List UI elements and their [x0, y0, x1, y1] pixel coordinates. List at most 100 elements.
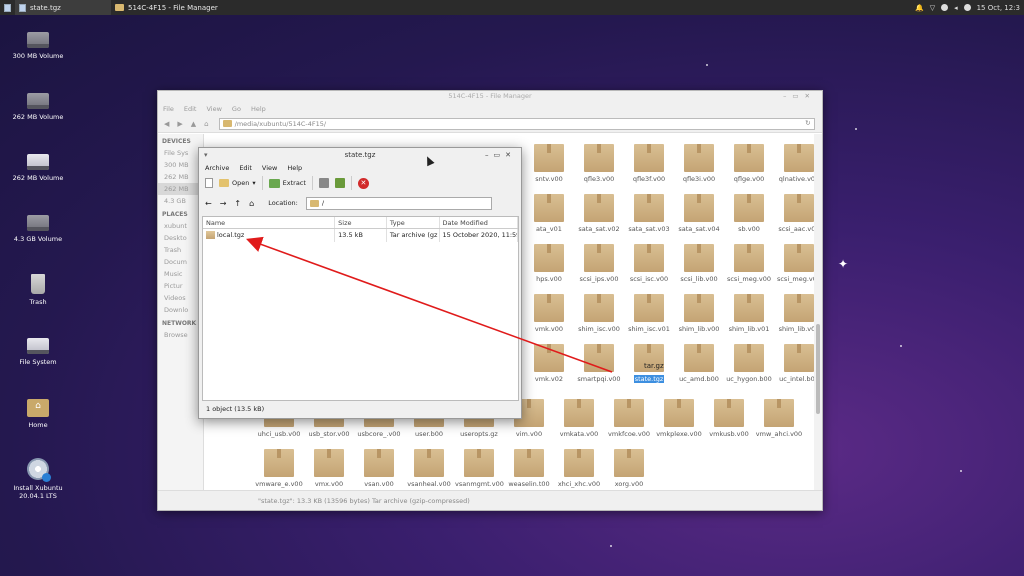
sidebar-item-262mb-selected[interactable]: 262 MB: [158, 183, 203, 195]
file-tile[interactable]: qfle3.v00: [574, 144, 624, 183]
file-tile[interactable]: shim_lib.v01: [724, 294, 774, 333]
file-tile[interactable]: qfle3i.v00: [674, 144, 724, 183]
file-tile[interactable]: vmkplexe.v00: [654, 399, 704, 438]
file-tile[interactable]: vsan.v00: [354, 449, 404, 488]
home-icon[interactable]: ⌂: [249, 199, 254, 208]
menu-go[interactable]: Go: [232, 105, 241, 113]
menu-edit[interactable]: Edit: [239, 164, 252, 172]
table-row[interactable]: local.tgz 13.5 kB Tar archive (gz 15 Oct…: [203, 229, 518, 242]
sidebar-item-videos[interactable]: Videos: [158, 292, 203, 304]
file-tile[interactable]: vsanmgmt.v00: [454, 449, 504, 488]
column-size[interactable]: Size: [335, 217, 387, 228]
window-controls[interactable]: –▭✕: [485, 148, 516, 162]
file-tile[interactable]: xhci_xhc.v00: [554, 449, 604, 488]
column-type[interactable]: Type: [387, 217, 440, 228]
file-tile[interactable]: uc_amd.b00: [674, 344, 724, 383]
file-tile[interactable]: sb.v00: [724, 194, 774, 233]
reload-icon[interactable]: ↻: [805, 119, 810, 127]
home-icon[interactable]: ⌂: [204, 120, 208, 128]
file-tile[interactable]: vsanheal.v00: [404, 449, 454, 488]
file-tile[interactable]: vmk.v02: [524, 344, 574, 383]
sidebar-item-downloads[interactable]: Downlo: [158, 304, 203, 316]
file-tile[interactable]: tar.gz state.tgz: [624, 344, 674, 383]
chevron-down-icon[interactable]: ▾: [252, 179, 255, 187]
file-tile[interactable]: qfle3f.v00: [624, 144, 674, 183]
forward-icon[interactable]: ▶: [177, 120, 182, 128]
file-tile[interactable]: weaselin.t00: [504, 449, 554, 488]
menu-view[interactable]: View: [206, 105, 221, 113]
back-icon[interactable]: ←: [205, 199, 212, 208]
file-tile[interactable]: scsi_ips.v00: [574, 244, 624, 283]
sidebar-item-documents[interactable]: Docum: [158, 256, 203, 268]
back-icon[interactable]: ◀: [164, 120, 169, 128]
file-tile[interactable]: smartpqi.v00: [574, 344, 624, 383]
file-tile[interactable]: qflge.v00: [724, 144, 774, 183]
up-icon[interactable]: ▲: [191, 120, 196, 128]
file-tile[interactable]: scsi_lib.v00: [674, 244, 724, 283]
add-folder-icon[interactable]: [334, 178, 345, 188]
forward-icon[interactable]: →: [220, 199, 227, 208]
menu-edit[interactable]: Edit: [184, 105, 197, 113]
column-date-modified[interactable]: Date Modified: [440, 217, 518, 228]
add-files-icon[interactable]: [318, 178, 329, 188]
desktop-icon-300mb-volume[interactable]: 300 MB Volume: [8, 32, 68, 60]
desktop-icon-install-xubuntu[interactable]: Install Xubuntu 20.04.1 LTS: [8, 458, 68, 500]
sidebar-item-file-system[interactable]: File Sys: [158, 147, 203, 159]
file-grid-scrollbar[interactable]: [814, 134, 822, 492]
extract-button[interactable]: Extract: [268, 178, 306, 188]
file-tile[interactable]: uc_hygon.b00: [724, 344, 774, 383]
network-wifi-icon[interactable]: ▽: [930, 4, 935, 12]
sidebar-item-music[interactable]: Music: [158, 268, 203, 280]
sidebar-item-300mb[interactable]: 300 MB: [158, 159, 203, 171]
stop-icon[interactable]: ✕: [357, 177, 369, 189]
file-tile[interactable]: sata_sat.v04: [674, 194, 724, 233]
file-tile[interactable]: vmkata.v00: [554, 399, 604, 438]
file-manager-titlebar[interactable]: 514C-4F15 - File Manager –▭✕: [158, 91, 822, 102]
file-tile[interactable]: vmw_ahci.v00: [754, 399, 804, 438]
file-tile[interactable]: vmk.v00: [524, 294, 574, 333]
menu-help[interactable]: Help: [287, 164, 302, 172]
sidebar-item-browse-network[interactable]: Browse: [158, 329, 203, 341]
desktop-icon-262mb-volume[interactable]: 262 MB Volume: [8, 93, 68, 121]
file-tile[interactable]: shim_lib.v00: [674, 294, 724, 333]
taskbar-item-state-tgz[interactable]: state.tgz: [15, 0, 111, 15]
sidebar-item-desktop[interactable]: Deskto: [158, 232, 203, 244]
file-tile[interactable]: sntv.v00: [524, 144, 574, 183]
whisker-menu-button[interactable]: [0, 0, 15, 15]
power-icon[interactable]: [941, 4, 949, 11]
desktop-icon-4-3gb-volume[interactable]: 4.3 GB Volume: [8, 215, 68, 243]
sidebar-item-home[interactable]: xubunt: [158, 220, 203, 232]
desktop-icon-file-system[interactable]: File System: [8, 338, 68, 366]
update-icon[interactable]: [963, 4, 971, 11]
location-bar[interactable]: /media/xubuntu/514C-4F15/ ↻: [218, 117, 815, 130]
desktop-icon-home[interactable]: Home: [8, 399, 68, 429]
scrollbar-thumb[interactable]: [816, 324, 820, 414]
window-controls[interactable]: –▭✕: [783, 91, 816, 102]
menu-file[interactable]: File: [163, 105, 174, 113]
file-tile[interactable]: sata_sat.v02: [574, 194, 624, 233]
volume-icon[interactable]: ◂: [954, 4, 958, 12]
file-tile[interactable]: vmkusb.v00: [704, 399, 754, 438]
sidebar-item-pictures[interactable]: Pictur: [158, 280, 203, 292]
window-menu-icon[interactable]: ▾: [204, 148, 208, 162]
new-archive-icon[interactable]: [205, 178, 213, 188]
menu-archive[interactable]: Archive: [205, 164, 229, 172]
menu-help[interactable]: Help: [251, 105, 266, 113]
file-tile[interactable]: scsi_meg.v00: [724, 244, 774, 283]
menu-view[interactable]: View: [262, 164, 277, 172]
desktop-icon-trash[interactable]: Trash: [8, 274, 68, 306]
file-tile[interactable]: vmx.v00: [304, 449, 354, 488]
sidebar-item-4-3gb[interactable]: 4.3 GB: [158, 195, 203, 207]
sidebar-item-trash[interactable]: Trash: [158, 244, 203, 256]
location-field[interactable]: /: [305, 196, 492, 210]
open-button[interactable]: Open ▾: [219, 179, 256, 187]
file-tile[interactable]: ata_v01: [524, 194, 574, 233]
file-tile[interactable]: hps.v00: [524, 244, 574, 283]
file-tile[interactable]: vmware_e.v00: [254, 449, 304, 488]
column-name[interactable]: Name: [203, 217, 336, 228]
file-tile[interactable]: sata_sat.v03: [624, 194, 674, 233]
archive-titlebar[interactable]: ▾ state.tgz –▭✕: [199, 148, 521, 162]
file-tile[interactable]: shim_isc.v00: [574, 294, 624, 333]
clock[interactable]: 15 Oct, 12:3: [977, 4, 1020, 12]
sidebar-item-262mb[interactable]: 262 MB: [158, 171, 203, 183]
